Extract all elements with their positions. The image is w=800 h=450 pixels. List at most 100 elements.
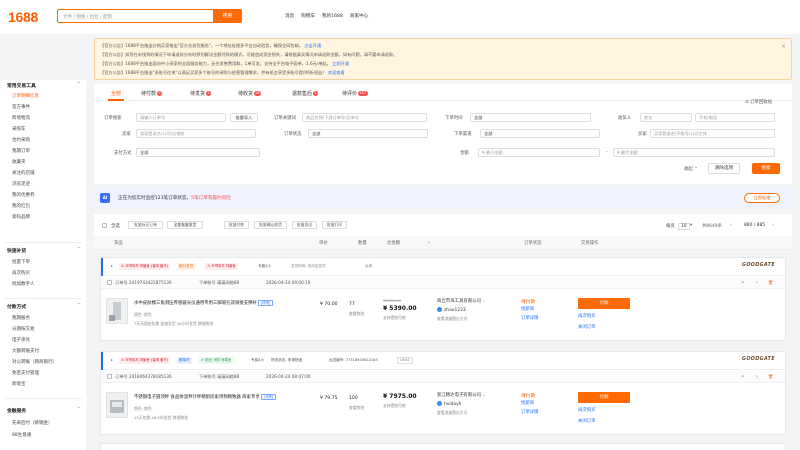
flag-icon[interactable]: ⚑ (741, 374, 745, 379)
buy-again-link[interactable]: 再次购买 (578, 313, 596, 319)
risk-highlight[interactable]: 5笔订单有履约风险 (191, 196, 231, 201)
max-amount-input[interactable]: ¥ 最大金额 (613, 148, 775, 157)
sidebar-item-order-detail[interactable]: 订单明细信息 (12, 93, 39, 99)
bulk-ship-button[interactable]: 全部批量发货 (167, 221, 203, 229)
status-select[interactable]: 全部 (308, 129, 428, 138)
pay-button[interactable]: 付款 (578, 392, 630, 403)
product-title[interactable]: 水中皮肤模三角测压传感器光仪通用专用三脚吸孔双铆接支撑杆 [详情] (134, 300, 273, 307)
sidebar-item[interactable]: 关注的店铺 (12, 170, 35, 176)
expand-icon[interactable]: ▸ (109, 357, 115, 364)
recipient-name-input[interactable]: 姓名 (640, 113, 692, 122)
seller-name[interactable]: 浙江精达电子有限公司 ⌄ (437, 392, 486, 398)
sidebar-item[interactable]: 索码品牌 (12, 214, 30, 220)
recipient-phone-input[interactable]: 手机/电话 (695, 113, 775, 122)
product-title[interactable]: 不锈钢电子圆顶秤 食品体温秤计秤精厨房家用称精致器 商家专享 [详情] (134, 394, 276, 401)
chevron-up-icon[interactable]: ^ (77, 247, 81, 252)
order-checkbox[interactable] (107, 374, 112, 379)
sidebar-item[interactable]: 88生意通 (12, 432, 31, 438)
buyer-input[interactable]: 买家登录名/子账号/公司主体 (650, 129, 775, 138)
prev-page-icon[interactable]: ‹ (730, 223, 732, 228)
seller-input[interactable]: 卖家登录名/公司/店铺名 (136, 129, 256, 138)
bulk-pay-button[interactable]: 批量付款 (224, 221, 249, 229)
sidebar-item[interactable]: 浏览足迹 (12, 181, 30, 187)
sidebar-item[interactable]: 收藏夹 (12, 159, 26, 165)
sidebar-item[interactable]: 大额转账支付 (12, 348, 39, 354)
next-page-icon[interactable]: › (772, 223, 774, 228)
nav-my1688[interactable]: 我的1688 (322, 13, 343, 19)
seller-wangwang[interactable]: zhao1233 (437, 307, 466, 313)
sidebar-item[interactable]: 跨境物流 (12, 115, 30, 121)
recycle-bin-link[interactable]: ⊘ 订单回收站 (745, 99, 772, 105)
notice-link[interactable]: 立即开通 (332, 61, 349, 66)
search-button[interactable]: 搜索 (213, 9, 242, 23)
expand-icon[interactable]: ▸ (109, 263, 115, 270)
tab-pending-receipt[interactable]: 待收货 4K (238, 90, 262, 97)
sidebar-item[interactable]: 采购车 (12, 126, 26, 132)
product-thumbnail[interactable] (106, 392, 128, 418)
sidebar-item[interactable]: 分期按交易 (12, 326, 35, 332)
search-input[interactable]: 文件 / 图搜 / 拉拉 / 配到 (63, 14, 112, 20)
sidebar-item[interactable]: 我的红包 (12, 203, 30, 209)
notice-link[interactable]: 点击开通 (304, 43, 321, 48)
nav-cart[interactable]: 购物车 (301, 13, 315, 19)
nav-messages[interactable]: 消息 (285, 13, 294, 19)
note-icon[interactable]: ✎ (755, 280, 759, 285)
flag-icon[interactable]: ⚑ (741, 280, 745, 285)
buy-again-link[interactable]: 再次购买 (578, 407, 596, 413)
search-box[interactable]: 文件 / 图搜 / 拉拉 / 配到 搜索 (57, 9, 242, 23)
logistics-link[interactable]: 查看物流 (349, 311, 364, 317)
sidebar-item[interactable]: 合约采购 (12, 137, 30, 143)
note-icon[interactable]: ✎ (755, 374, 759, 379)
seller-name[interactable]: 商丘市海工具有限公司 ⌄ (437, 298, 486, 304)
bulk-confirm-button[interactable]: 批量确认收货 (254, 221, 287, 229)
order-detail-link[interactable]: 订单详情 (521, 409, 539, 415)
select-all-checkbox[interactable] (102, 223, 107, 228)
sidebar-item[interactable]: 批量下单 (12, 259, 30, 265)
bulk-print-button[interactable]: 批量打印 (322, 221, 347, 229)
order-no[interactable]: 2418464378185136 (129, 374, 172, 379)
sidebar-item[interactable]: 找加数字人 (12, 281, 35, 287)
tab-pending-payment[interactable]: 待付款 9 (141, 90, 163, 97)
sidebar-item[interactable]: 官方事件 (12, 104, 30, 110)
trash-icon[interactable]: 🗑 (768, 280, 773, 286)
order-search-input[interactable]: 请输入订单号 (136, 113, 226, 122)
seller-note[interactable]: 查看流量图出方式 (437, 410, 467, 416)
nav-merchant[interactable]: 商家中心 (350, 13, 368, 19)
chevron-up-icon[interactable]: ^ (77, 82, 81, 87)
product-detail-tag[interactable]: [详情] (258, 300, 273, 306)
collapse-toggle[interactable]: 收起 ⌃ (684, 166, 698, 172)
bulk-mark-button[interactable]: 批量标记订单 (128, 221, 163, 229)
sidebar-item[interactable]: 我期服务 (12, 315, 30, 321)
notice-link[interactable]: 欢迎查看 (328, 70, 345, 75)
page-size-select[interactable]: 10 (678, 223, 690, 230)
search-submit-button[interactable]: 搜索 (752, 163, 780, 174)
trash-icon[interactable]: 🗑 (768, 374, 773, 380)
sidebar-item[interactable]: 再次购买 (12, 270, 30, 276)
filter-icon[interactable]: ⌄ (427, 240, 431, 245)
sidebar-item[interactable]: 免密支付管理 (12, 370, 39, 376)
sidebar-item[interactable]: 我的优惠券 (12, 192, 35, 198)
bulk-export-button[interactable]: 批量导出 (292, 221, 317, 229)
pay-button[interactable]: 付款 (578, 298, 630, 309)
product-detail-tag[interactable]: [详情] (261, 394, 276, 400)
product-thumbnail[interactable] (106, 298, 128, 324)
chevron-up-icon[interactable]: ^ (77, 303, 81, 308)
channel-select[interactable]: 全部 (480, 129, 600, 138)
find-merchant-link[interactable]: 找新商 (521, 400, 534, 406)
sidebar-item[interactable]: 我期订单 (12, 148, 30, 154)
logistics-link[interactable]: 查看物流 (349, 405, 364, 411)
chevron-up-icon[interactable]: ^ (77, 407, 81, 412)
order-checkbox[interactable] (107, 280, 112, 285)
tab-all[interactable]: 全部 (111, 90, 121, 97)
seller-wangwang[interactable]: hvidayh (437, 401, 461, 407)
min-amount-input[interactable]: ¥ 最小金额 (478, 148, 600, 157)
sidebar-item[interactable]: 先采后付（赊销金） (12, 420, 53, 426)
tab-pending-shipment[interactable]: 待发货 1 (190, 90, 212, 97)
order-detail-link[interactable]: 订单详情 (521, 315, 539, 321)
sidebar-item[interactable]: 电子承兑 (12, 337, 30, 343)
close-order-link[interactable]: 关闭订单 (578, 324, 596, 330)
close-order-link[interactable]: 关闭订单 (578, 418, 596, 424)
order-time-select[interactable]: 全部 (470, 113, 591, 122)
handle-now-button[interactable]: 立即处理 (744, 193, 780, 203)
site-logo[interactable]: 1688 (8, 9, 38, 25)
